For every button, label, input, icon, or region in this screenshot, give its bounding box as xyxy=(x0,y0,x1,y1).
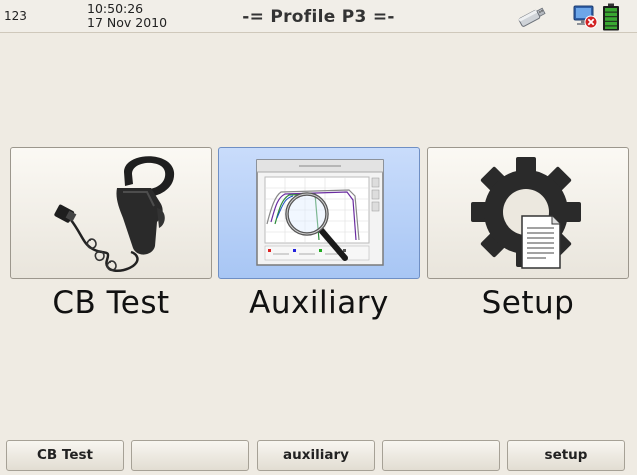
current-clamp-icon xyxy=(54,156,175,273)
status-bar: 123 10:50:26 17 Nov 2010 -= Profile P3 =… xyxy=(0,0,637,33)
softkey-auxiliary[interactable]: auxiliary xyxy=(257,440,375,471)
usb-drive-icon[interactable] xyxy=(514,5,548,29)
softkey-4-empty[interactable] xyxy=(382,440,500,471)
softkey-setup[interactable]: setup xyxy=(507,440,625,471)
cb-test-label[interactable]: CB Test xyxy=(6,285,216,321)
auxiliary-label[interactable]: Auxiliary xyxy=(214,285,424,321)
cb-test-tile[interactable] xyxy=(10,147,212,279)
profile-chart-magnifier-icon xyxy=(256,159,384,266)
setup-tile[interactable] xyxy=(427,147,629,279)
battery-icon xyxy=(603,3,619,31)
setup-label[interactable]: Setup xyxy=(423,285,633,321)
auxiliary-tile[interactable] xyxy=(218,147,420,279)
softkey-cb-test[interactable]: CB Test xyxy=(6,440,124,471)
gear-document-icon xyxy=(471,157,581,269)
softkey-2-empty[interactable] xyxy=(131,440,249,471)
network-disconnected-icon[interactable] xyxy=(571,4,599,29)
